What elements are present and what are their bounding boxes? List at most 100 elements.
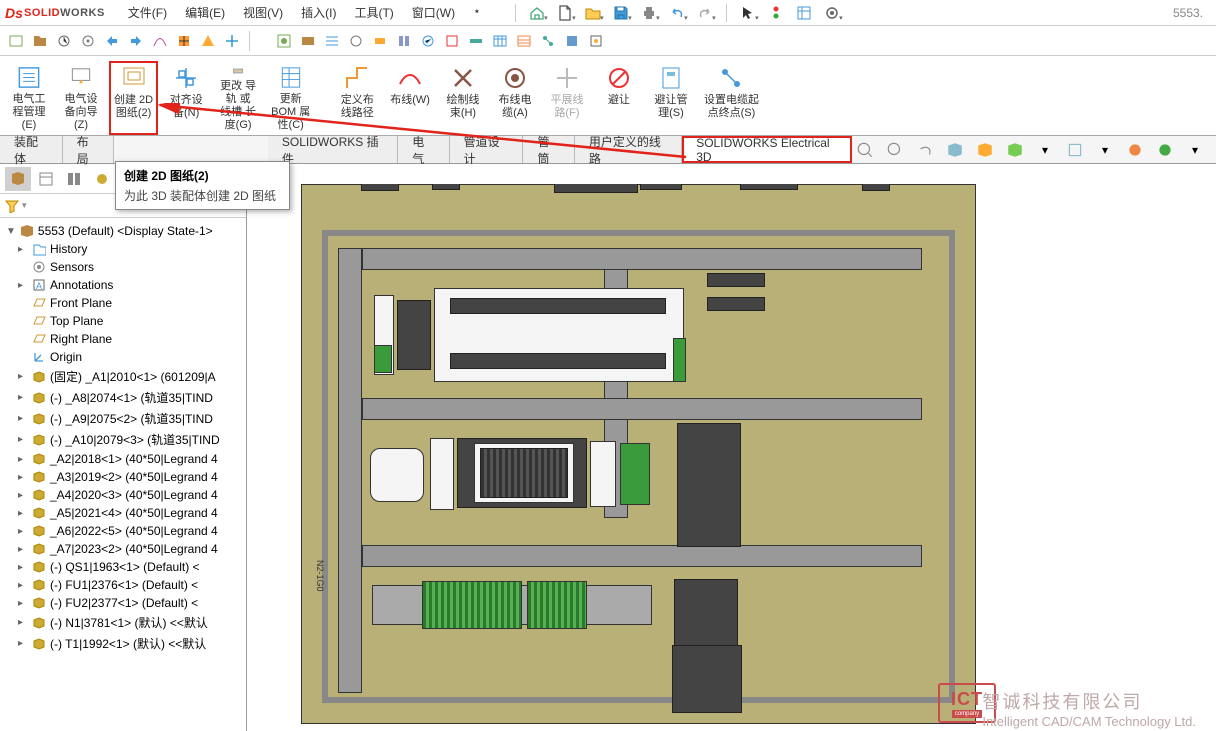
tb-8[interactable] — [173, 30, 195, 52]
tb-6[interactable] — [125, 30, 147, 52]
tree-item[interactable]: ▸(-) FU1|2376<1> (Default) < — [0, 576, 246, 594]
props-icon[interactable] — [791, 2, 817, 24]
new-icon[interactable]: ▾ — [552, 2, 578, 24]
tab-electrical[interactable]: 电气 — [398, 136, 449, 163]
tb-9[interactable] — [197, 30, 219, 52]
tb-20[interactable] — [489, 30, 511, 52]
menu-more[interactable]: ⋆ — [465, 1, 489, 24]
tb-11[interactable] — [273, 30, 295, 52]
feature-tree[interactable]: ▼ 5553 (Default) <Display State-1> ▸Hist… — [0, 218, 246, 731]
tab-tubing[interactable]: 管筒 — [523, 136, 574, 163]
tree-item[interactable]: ▸(-) QS1|1963<1> (Default) < — [0, 558, 246, 576]
tab-layout[interactable]: 布局 — [63, 136, 114, 163]
tree-item[interactable]: ▸(-) N1|3781<1> (默认) <<默认 — [0, 612, 246, 633]
tb-4[interactable] — [77, 30, 99, 52]
tb-16[interactable] — [393, 30, 415, 52]
tree-item[interactable]: ▸_A3|2019<2> (40*50|Legrand 4 — [0, 468, 246, 486]
tb-13[interactable] — [321, 30, 343, 52]
rb-create-2d-drawing[interactable]: 创建 2D 图纸(2) — [109, 61, 158, 135]
home-icon[interactable]: ▾ — [524, 2, 550, 24]
tree-item[interactable]: Origin — [0, 348, 246, 366]
open-icon[interactable]: ▾ — [580, 2, 606, 24]
tb-7[interactable] — [149, 30, 171, 52]
tb-21[interactable] — [513, 30, 535, 52]
menu-window[interactable]: 窗口(W) — [404, 1, 463, 24]
tree-item[interactable]: Right Plane — [0, 330, 246, 348]
section-icon[interactable] — [942, 139, 968, 161]
tb-17[interactable] — [417, 30, 439, 52]
tree-item[interactable]: ▸_A5|2021<4> (40*50|Legrand 4 — [0, 504, 246, 522]
tree-item[interactable]: ▸(-) FU2|2377<1> (Default) < — [0, 594, 246, 612]
fm-tab-4[interactable] — [89, 167, 115, 191]
tree-item[interactable]: ▸(-) T1|1992<1> (默认) <<默认 — [0, 633, 246, 654]
tab-userdef[interactable]: 用户定义的线路 — [575, 136, 682, 163]
tree-item[interactable]: ▸(-) _A8|2074<1> (轨道35|TIND — [0, 387, 246, 408]
tb-22[interactable] — [537, 30, 559, 52]
fm-tab-props[interactable] — [33, 167, 59, 191]
hide-show-icon[interactable] — [1002, 139, 1028, 161]
print-icon[interactable]: ▾ — [636, 2, 662, 24]
tb-10[interactable] — [221, 30, 243, 52]
tb-19[interactable] — [465, 30, 487, 52]
tab-assembly[interactable]: 装配体 — [0, 136, 63, 163]
tree-item[interactable]: ▸_A2|2018<1> (40*50|Legrand 4 — [0, 450, 246, 468]
tree-item[interactable]: Top Plane — [0, 312, 246, 330]
tree-item[interactable]: Sensors — [0, 258, 246, 276]
tb-23[interactable] — [561, 30, 583, 52]
tree-item[interactable]: ▸_A4|2020<3> (40*50|Legrand 4 — [0, 486, 246, 504]
traffic-light-icon[interactable] — [763, 2, 789, 24]
menu-tools[interactable]: 工具(T) — [346, 1, 401, 24]
tb-12[interactable] — [297, 30, 319, 52]
rb-cable[interactable]: 布线电 缆(A) — [491, 61, 539, 135]
tab-sw-plugin[interactable]: SOLIDWORKS 插件 — [268, 136, 398, 163]
settings-icon[interactable]: ▾ — [819, 2, 845, 24]
tb-15[interactable] — [369, 30, 391, 52]
tree-item[interactable]: ▸(-) _A10|2079<3> (轨道35|TIND — [0, 429, 246, 450]
rb-elec-wizard[interactable]: 电气设 备向导 (Z) — [57, 61, 105, 135]
menu-file[interactable]: 文件(F) — [120, 1, 175, 24]
tb-5[interactable] — [101, 30, 123, 52]
fm-tab-tree[interactable] — [5, 167, 31, 191]
rb-align[interactable]: 对齐设 备(N) — [162, 61, 210, 135]
tree-item[interactable]: ▸_A6|2022<5> (40*50|Legrand 4 — [0, 522, 246, 540]
rb-harness[interactable]: 绘制线 束(H) — [439, 61, 487, 135]
more2[interactable]: ▾ — [1182, 139, 1208, 161]
cursor-icon[interactable]: ▾ — [735, 2, 761, 24]
prev-view-icon[interactable] — [912, 139, 938, 161]
tb-14[interactable] — [345, 30, 367, 52]
rb-wire[interactable]: 布线(W) — [385, 61, 435, 135]
menu-edit[interactable]: 编辑(E) — [177, 1, 233, 24]
tb-1[interactable] — [5, 30, 27, 52]
tb-3[interactable] — [53, 30, 75, 52]
tree-item[interactable]: ▸History — [0, 240, 246, 258]
tree-item[interactable]: ▸_A7|2023<2> (40*50|Legrand 4 — [0, 540, 246, 558]
menu-view[interactable]: 视图(V) — [235, 1, 291, 24]
save-icon[interactable]: ▾ — [608, 2, 634, 24]
display-style-icon[interactable] — [972, 139, 998, 161]
menu-insert[interactable]: 插入(I) — [293, 1, 344, 24]
tb-2[interactable] — [29, 30, 51, 52]
tree-item[interactable]: Front Plane — [0, 294, 246, 312]
fm-tab-config[interactable] — [61, 167, 87, 191]
zoom-fit-icon[interactable] — [852, 139, 878, 161]
rb-avoid[interactable]: 避让 — [595, 61, 643, 135]
rb-change-rail[interactable]: 更改 导 轨 或 线槽 长 度(G) — [214, 61, 262, 135]
rb-avoid-mgr[interactable]: 避让管 理(S) — [647, 61, 695, 135]
rb-elec-mgr[interactable]: 电气工 程管理 (E) — [5, 61, 53, 135]
orientation-icon[interactable]: ▾ — [1032, 139, 1058, 161]
assembly-model[interactable]: N2-1G0 — [301, 184, 976, 724]
tree-item[interactable]: ▸(-) _A9|2075<2> (轨道35|TIND — [0, 408, 246, 429]
tree-item[interactable]: ▸(固定) _A1|2010<1> (601209|A — [0, 366, 246, 387]
box2[interactable]: ▾ — [1092, 139, 1118, 161]
tree-item[interactable]: ▸AAnnotations — [0, 276, 246, 294]
rb-set-cable[interactable]: 设置电缆起 点终点(S) — [699, 61, 764, 135]
redo-icon[interactable]: ▾ — [692, 2, 718, 24]
tab-piping[interactable]: 管道设计 — [450, 136, 524, 163]
rb-bom[interactable]: 更新 BOM 属 性(C) — [266, 61, 315, 135]
tree-root[interactable]: ▼ 5553 (Default) <Display State-1> — [0, 222, 246, 240]
zoom-area-icon[interactable] — [882, 139, 908, 161]
tb-24[interactable] — [585, 30, 607, 52]
tab-sw-electrical-3d[interactable]: SOLIDWORKS Electrical 3D — [682, 136, 852, 163]
edit-appearance-icon[interactable] — [1122, 139, 1148, 161]
scene-icon[interactable] — [1152, 139, 1178, 161]
